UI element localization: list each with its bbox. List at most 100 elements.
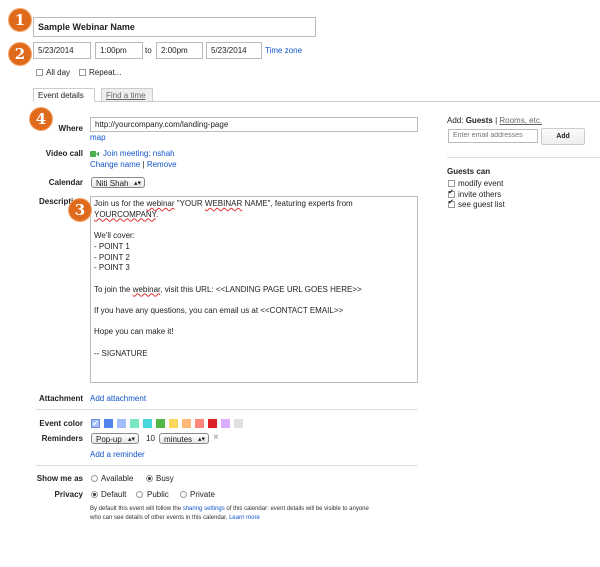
divider [36,465,418,466]
reminder-type-value: Pop-up [96,435,122,444]
calendar-select[interactable]: Niti Shah ▴▾ [91,177,145,188]
all-day-label: All day [46,68,71,77]
change-name-link[interactable]: Change name [90,160,140,169]
tab-event-details[interactable]: Event details [33,88,95,102]
desc-text: . [155,209,159,219]
video-camera-icon [90,150,99,157]
event-color-label: Event color [39,419,83,428]
footnote-text: of this calendar: event details will be … [224,506,369,512]
public-radio[interactable] [136,491,143,498]
map-link[interactable]: map [90,133,106,142]
color-swatch[interactable] [221,419,230,428]
event-title-input[interactable]: Sample Webinar Name [33,17,316,37]
modify-event-label: modify event [458,179,504,188]
private-radio[interactable] [180,491,187,498]
tab-find-a-time[interactable]: Find a time [101,88,153,102]
color-swatch[interactable] [117,419,126,428]
remove-reminder-icon[interactable]: × [213,432,219,443]
where-input[interactable]: http://yourcompany.com/landing-page [90,117,418,132]
select-arrows-icon: ▴▾ [133,180,141,187]
end-date-text: 5/23/2014 [211,46,247,55]
start-date-text: 5/23/2014 [38,46,74,55]
show-me-as-label: Show me as [36,474,83,483]
desc-misspelled-word: YOURCOMPANY [94,209,156,219]
desc-text: "YOUR [174,199,205,208]
guests-can-label: Guests can [447,167,491,176]
rooms-tab[interactable]: Rooms, etc. [499,116,542,125]
header-separator: | [495,116,498,125]
color-swatch[interactable] [169,419,178,428]
video-call-label: Video call [45,149,83,158]
reminder-type-select[interactable]: Pop-up ▴▾ [91,433,139,444]
reminder-number[interactable]: 10 [146,434,155,443]
tab-event-details-label: Event details [38,91,84,100]
learn-more-link[interactable]: Learn more [229,515,260,521]
private-label: Private [190,490,215,499]
add-guest-button-label: Add [556,133,570,140]
end-time-text: 2:00pm [161,46,188,55]
step-badge-4: 4 [30,108,52,130]
color-swatch[interactable] [234,419,243,428]
default-radio[interactable] [91,491,98,498]
start-time-input[interactable]: 1:00pm [95,42,143,59]
available-radio[interactable] [91,475,98,482]
see-guest-list-label: see guest list [458,200,505,209]
see-guest-list-checkbox[interactable] [448,198,455,208]
busy-radio[interactable] [146,475,153,482]
busy-label: Busy [156,474,174,483]
default-label: Default [101,490,127,499]
timezone-link[interactable]: Time zone [265,46,302,55]
available-label: Available [101,474,134,483]
modify-event-checkbox[interactable] [448,180,455,187]
footnote-text: who can see details of other events in t… [90,515,230,521]
guest-email-input[interactable] [448,129,538,143]
invite-others-label: invite others [458,190,502,199]
color-swatch[interactable] [130,419,139,428]
desc-text: , visit this URL: <<LANDING PAGE URL GOE… [94,284,362,358]
color-swatch[interactable] [104,419,113,428]
description-textarea[interactable]: Join us for the webinar "YOUR WEBINAR NA… [90,196,418,383]
desc-text: We'll cover: - POINT 1 - POINT 2 - POINT… [94,231,135,294]
remove-video-link[interactable]: Remove [147,160,177,169]
color-swatch-selected[interactable]: ✔ [91,419,100,428]
where-label: Where [58,124,83,133]
step-badge-3: 3 [69,199,91,221]
add-label: Add: [447,116,464,125]
select-arrows-icon: ▴▾ [197,436,205,443]
sharing-settings-link[interactable]: sharing settings [183,506,225,512]
color-swatch[interactable] [182,419,191,428]
step-badge-1: 1 [9,9,31,31]
desc-misspelled-word: webinar [146,199,175,208]
desc-misspelled-word: webinar [132,284,161,294]
end-time-input[interactable]: 2:00pm [156,42,203,59]
desc-misspelled-word: WEBINAR [204,199,243,208]
divider [36,409,418,410]
event-title-text: Sample Webinar Name [38,22,135,32]
end-date-input[interactable]: 5/23/2014 [206,42,262,59]
tab-find-a-time-label: Find a time [106,91,146,100]
divider [447,157,600,158]
reminder-unit-select[interactable]: minutes ▴▾ [159,433,209,444]
all-day-checkbox[interactable] [36,69,43,76]
add-attachment-link[interactable]: Add attachment [90,394,146,403]
start-date-input[interactable]: 5/23/2014 [33,42,91,59]
color-swatch[interactable] [195,419,204,428]
color-swatch[interactable] [208,419,217,428]
video-call-separator: | [142,160,145,169]
reminder-unit-value: minutes [164,435,193,444]
add-guest-button[interactable]: Add [541,128,585,145]
privacy-label: Privacy [54,490,83,499]
guests-tab[interactable]: Guests [466,116,493,125]
invite-others-checkbox[interactable] [448,188,455,198]
calendar-select-value: Niti Shah [96,179,129,188]
color-swatch[interactable] [143,419,152,428]
desc-text: NAME", featuring experts from [242,199,353,208]
join-meeting-link[interactable]: Join meeting: nshah [103,149,175,158]
add-reminder-link[interactable]: Add a reminder [90,450,145,459]
repeat-checkbox[interactable] [79,69,86,76]
desc-text: Join us for the [94,199,147,208]
color-swatch[interactable] [156,419,165,428]
reminders-label: Reminders [41,434,83,443]
select-arrows-icon: ▴▾ [127,436,135,443]
video-call-links: Change name | Remove [90,160,177,169]
